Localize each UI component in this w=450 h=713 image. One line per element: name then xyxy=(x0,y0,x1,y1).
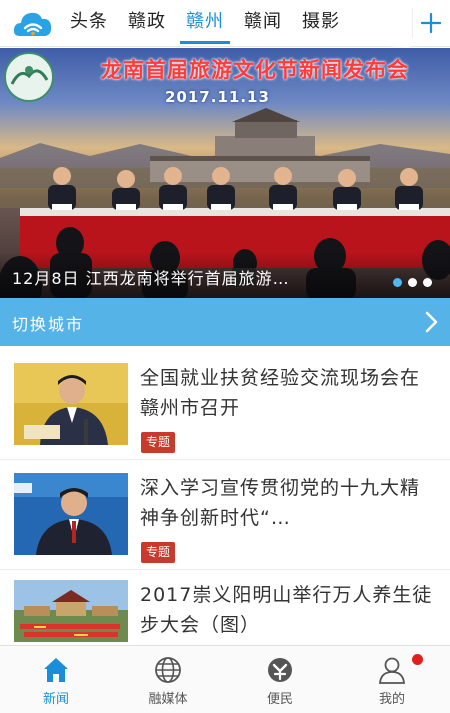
news-title: 全国就业扶贫经验交流现场会在赣州市召开 xyxy=(140,367,421,419)
news-thumbnail xyxy=(14,473,128,555)
nav-label: 融媒体 xyxy=(148,692,188,707)
tab-ganwen[interactable]: 赣闻 xyxy=(244,0,282,47)
news-title: 深入学习宣传贯彻党的十九大精神争创新时代“… xyxy=(140,477,421,529)
user-icon xyxy=(379,657,405,684)
topic-tag[interactable]: 专题 xyxy=(141,542,176,563)
carousel-dot[interactable] xyxy=(393,278,402,287)
services-icon xyxy=(268,658,292,682)
globe-icon xyxy=(155,657,181,683)
switch-city-label: 切换城市 xyxy=(12,315,85,334)
carousel-dot[interactable] xyxy=(423,278,432,287)
list-divider xyxy=(0,459,450,460)
hero-caption[interactable]: 12月8日 江西龙南将举行首届旅游… xyxy=(12,265,290,289)
tabs-fade xyxy=(384,0,410,47)
home-icon xyxy=(44,658,68,682)
tab-toutiao[interactable]: 头条 xyxy=(70,0,108,47)
tab-sheying[interactable]: 摄影 xyxy=(302,0,340,47)
news-list-item[interactable]: 深入学习宣传贯彻党的十九大精神争创新时代“… 专题 xyxy=(0,473,450,583)
nav-label: 我的 xyxy=(378,692,405,707)
channel-tabs: 头条 赣政 赣州 赣闻 摄影 xyxy=(70,0,410,47)
nav-services[interactable]: 便民 xyxy=(224,646,336,713)
notification-badge xyxy=(412,654,423,665)
list-divider xyxy=(0,569,450,570)
news-list-item[interactable]: 全国就业扶贫经验交流现场会在赣州市召开 专题 xyxy=(0,363,450,473)
carousel-indicators xyxy=(387,272,432,291)
plus-icon xyxy=(421,13,441,33)
nav-media[interactable]: 融媒体 xyxy=(112,646,224,713)
news-thumbnail xyxy=(14,363,128,445)
nav-label: 便民 xyxy=(266,692,293,707)
news-title: 2017崇义阳明山举行万人养生徒步大会（图） xyxy=(140,584,433,636)
switch-city-bar[interactable]: 切换城市 xyxy=(0,298,450,346)
add-channel-button[interactable] xyxy=(412,8,442,38)
banner-title: 龙南首届旅游文化节新闻发布会 xyxy=(101,58,409,82)
ganzhou-emblem-icon xyxy=(2,50,56,104)
banner-date: 2017.11.13 xyxy=(165,88,270,106)
nav-me[interactable]: 我的 xyxy=(336,646,448,713)
chevron-right-icon xyxy=(424,310,440,338)
topic-tag[interactable]: 专题 xyxy=(141,432,176,453)
news-thumbnail xyxy=(14,580,128,642)
hero-carousel[interactable]: 龙南首届旅游文化节新闻发布会 2017.11.13 12月8日 江西龙南将举行首… xyxy=(0,48,450,298)
tab-ganzhou[interactable]: 赣州 xyxy=(180,0,230,47)
hero-caption-bar: 12月8日 江西龙南将举行首届旅游… xyxy=(0,252,450,298)
top-tab-bar: 头条 赣政 赣州 赣闻 摄影 xyxy=(0,0,450,47)
nav-label: 新闻 xyxy=(42,692,69,707)
carousel-dot[interactable] xyxy=(408,278,417,287)
nav-news[interactable]: 新闻 xyxy=(0,646,112,713)
tab-ganzheng[interactable]: 赣政 xyxy=(128,0,166,47)
cloud-wifi-logo-icon[interactable] xyxy=(12,6,54,42)
bottom-navigation: 新闻 融媒体 便民 我的 xyxy=(0,645,450,713)
